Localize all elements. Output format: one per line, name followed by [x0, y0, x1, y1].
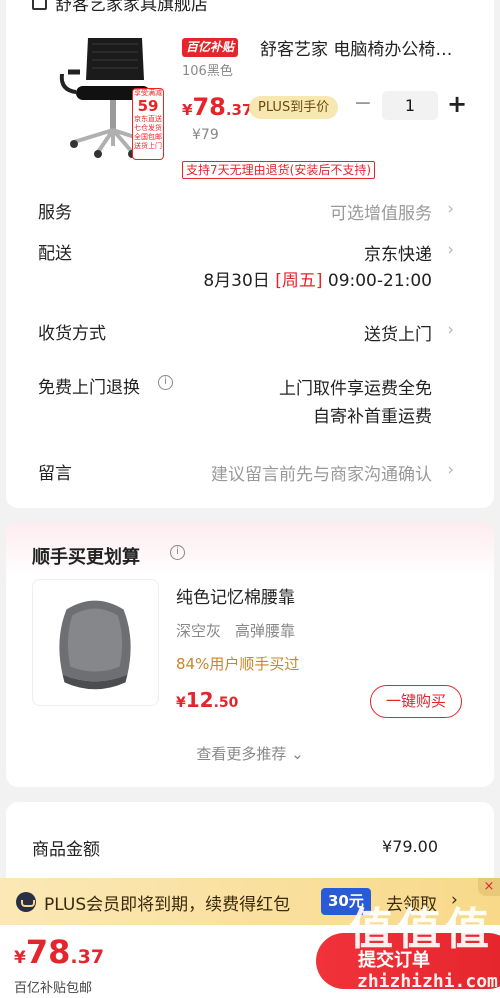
message-label: 留言 — [38, 464, 72, 484]
chevron-right-icon[interactable]: › — [447, 460, 454, 480]
chevron-right-icon[interactable]: › — [451, 890, 458, 910]
receive-method-value[interactable]: 送货上门 — [364, 320, 432, 345]
recommend-price: ¥12.50 — [176, 688, 238, 712]
plus-renew-banner[interactable]: PLUS会员即将到期，续费得红包 30元 去领取 › × — [0, 878, 500, 925]
delivery-label: 配送 — [38, 244, 72, 264]
product-title[interactable]: 舒客艺家 电脑椅办公椅家用电竞椅 — [260, 35, 460, 60]
badge-line: 送货上门 — [134, 142, 162, 150]
spec-type: 高弹腰靠 — [235, 622, 296, 640]
recommend-item-spec: 深空灰 高弹腰靠 — [176, 620, 295, 641]
price-decimal: .50 — [213, 695, 239, 711]
goods-amount-label: 商品金额 — [32, 840, 100, 860]
product-variant[interactable]: 106黑色 — [182, 60, 233, 79]
recommend-title: 顺手买更划算 — [32, 547, 140, 568]
store-name: 舒客艺家家具旗舰店 — [55, 0, 208, 15]
checkout-bar: ¥78.37 百亿补贴包邮 提交订单 — [0, 925, 500, 998]
recommend-card: 顺手买更划算 i 纯色记忆棉腰靠 深空灰 高弹腰靠 84%用户顺手买过 ¥12.5… — [6, 522, 494, 787]
product-image-badge: 享受满减 59 京东直送 七仓发货 全国包邮 送货上门 — [132, 88, 164, 160]
badge-line: 全国包邮 — [134, 133, 162, 141]
chevron-right-icon[interactable]: › — [447, 320, 454, 340]
original-price: ¥79 — [192, 127, 219, 143]
lumbar-cushion-image[interactable] — [32, 579, 159, 706]
product-price: ¥78.37 — [182, 93, 252, 121]
one-click-buy-button[interactable]: 一键购买 — [370, 685, 462, 718]
store-icon — [32, 0, 47, 10]
delivery-carrier[interactable]: 京东快递 — [364, 240, 432, 265]
goods-amount-value: ¥79.00 — [382, 837, 438, 856]
spec-color: 深空灰 — [176, 622, 222, 640]
info-icon[interactable]: i — [170, 545, 185, 560]
close-icon[interactable]: × — [478, 878, 500, 896]
price-decimal: .37 — [70, 946, 105, 968]
plus-member-icon — [16, 892, 36, 912]
total-subtitle: 百亿补贴包邮 — [14, 981, 93, 996]
badge-line: 七仓发货 — [134, 124, 162, 132]
quantity-input[interactable]: 1 — [382, 91, 438, 120]
delivery-time[interactable]: 8月30日 [周五] 09:00-21:00 — [203, 266, 432, 291]
claim-link[interactable]: 去领取 — [386, 890, 437, 915]
store-row[interactable]: 舒客艺家家具旗舰店 — [32, 0, 208, 15]
badge-line: 京东直送 — [134, 115, 162, 123]
return-policy-tag: 支持7天无理由退货(安装后不支持) — [182, 161, 375, 179]
price-integer: 78 — [192, 93, 226, 121]
recommend-item-name[interactable]: 纯色记忆棉腰靠 — [176, 583, 295, 608]
free-return-label: 免费上门退换 — [38, 378, 140, 398]
quantity-plus-button[interactable]: + — [445, 91, 469, 117]
subsidy-tag: 百亿补贴 — [182, 38, 239, 57]
badge-big: 59 — [137, 97, 159, 115]
total-price: ¥78.37 — [14, 933, 104, 971]
delivery-date: 8月30日 — [203, 271, 270, 291]
free-return-line2: 自寄补首重运费 — [313, 407, 432, 427]
quantity-minus-button[interactable]: − — [352, 93, 374, 116]
chevron-right-icon[interactable]: › — [447, 240, 454, 260]
coupon-badge: 30元 — [321, 888, 371, 915]
delivery-weekday: [周五] — [275, 271, 323, 291]
message-input[interactable]: 建议留言前先与商家沟通确认 — [211, 460, 432, 485]
price-currency: ¥ — [176, 695, 186, 711]
price-integer: 78 — [25, 933, 71, 971]
price-currency: ¥ — [182, 101, 193, 119]
service-label: 服务 — [38, 203, 72, 223]
plus-banner-text: PLUS会员即将到期，续费得红包 — [44, 895, 291, 915]
service-value[interactable]: 可选增值服务 — [330, 199, 432, 224]
chevron-right-icon[interactable]: › — [447, 199, 454, 219]
recommend-stat: 84%用户顺手买过 — [176, 655, 300, 673]
submit-order-button[interactable]: 提交订单 — [316, 933, 500, 989]
plus-price-label: PLUS到手价 — [249, 96, 339, 119]
free-return-line1: 上门取件享运费全免 — [279, 379, 432, 399]
more-recommend-link[interactable]: 查看更多推荐 ⌄ — [6, 743, 494, 764]
price-currency: ¥ — [14, 948, 26, 968]
order-card: 舒客艺家家具旗舰店 享受满减 59 京东直送 七仓发货 全国包邮 送货上门 百亿… — [6, 0, 494, 508]
receive-method-label: 收货方式 — [38, 324, 106, 344]
delivery-window: 09:00-21:00 — [327, 271, 432, 291]
price-integer: 12 — [185, 688, 214, 712]
info-icon[interactable]: i — [158, 375, 173, 390]
